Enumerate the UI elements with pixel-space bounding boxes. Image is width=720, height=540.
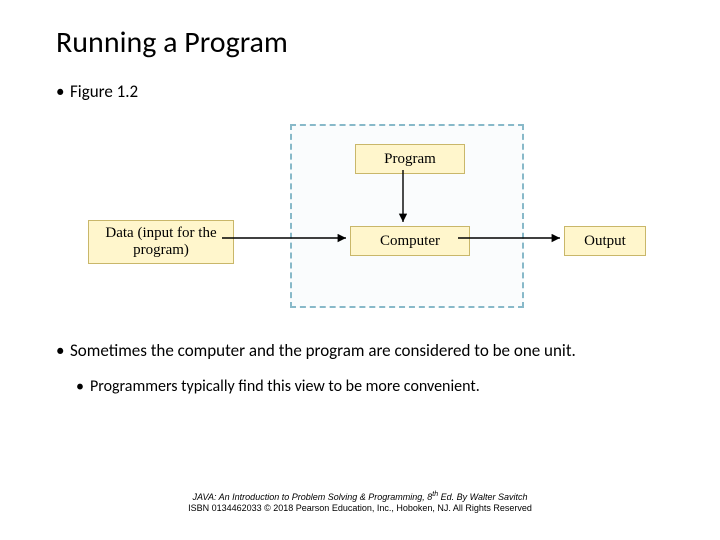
footer: JAVA: An Introduction to Problem Solving… xyxy=(0,491,720,515)
figure-diagram: Data (input for the program) Program Com… xyxy=(80,118,640,318)
footer-line-1: JAVA: An Introduction to Problem Solving… xyxy=(0,491,720,503)
computer-node: Computer xyxy=(350,226,470,256)
slide-title: Running a Program xyxy=(56,24,664,61)
footer-l1-suffix: Ed. By Walter Savitch xyxy=(438,492,527,502)
data-node: Data (input for the program) xyxy=(88,220,234,264)
slide: Running a Program Figure 1.2 Data (input… xyxy=(0,0,720,396)
footer-line-2: ISBN 0134462033 © 2018 Pearson Education… xyxy=(0,503,720,514)
main-bullet: Sometimes the computer and the program a… xyxy=(56,340,664,361)
output-node: Output xyxy=(564,226,646,256)
program-node: Program xyxy=(355,144,465,174)
footer-l1-prefix: JAVA: An Introduction to Problem Solving… xyxy=(192,492,432,502)
sub-bullet: Programmers typically find this view to … xyxy=(56,377,664,396)
figure-label: Figure 1.2 xyxy=(56,81,664,102)
